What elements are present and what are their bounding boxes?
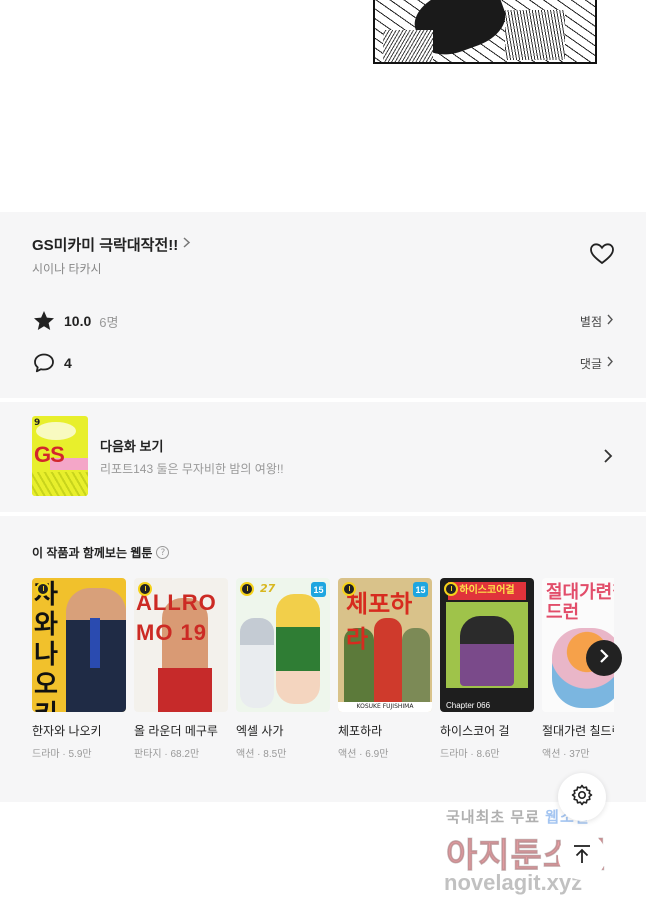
recommendation-title: 올 라운더 메구루 bbox=[134, 724, 218, 738]
help-icon[interactable]: ? bbox=[156, 546, 170, 559]
watermark-line3: novelagit.xyz bbox=[444, 870, 583, 895]
recommendation-thumbnail: 체포하라 KOSUKE FUJISHIMA 15 bbox=[338, 578, 432, 712]
recommendation-meta: 액션 · 37만 bbox=[542, 749, 590, 758]
recommendation-meta: 드라마 · 8.6만 bbox=[440, 749, 500, 758]
star-filled-icon bbox=[32, 309, 56, 333]
recommendation-title: 엑셀 사가 bbox=[236, 724, 284, 738]
wait-free-icon bbox=[138, 582, 152, 596]
wait-free-icon bbox=[444, 582, 458, 596]
rating-row: 10.0 6명 별점 bbox=[32, 308, 614, 334]
recommendation-meta: 판타지 · 68.2만 bbox=[134, 749, 200, 758]
comments-row: 4 댓글 bbox=[32, 350, 614, 376]
work-info-card: GS미카미 극락대작전!! 시이나 타카시 10.0 6명 별점 4 댓글 bbox=[0, 212, 646, 398]
watermark: 국내최초 무료 웹소설 아지툰소설 novelagit.xyz bbox=[420, 802, 640, 914]
recommendations-section: 이 작품과 함께보는 웹툰 ? 자와나오키 한자와 나오키 드라마 · 5.9만… bbox=[0, 516, 646, 802]
rating-link[interactable]: 별점 bbox=[580, 313, 614, 330]
heart-outline-icon[interactable] bbox=[589, 242, 615, 266]
recommendation-title: 절대가련 칠드런 bbox=[542, 724, 614, 738]
work-author: 시이나 타카시 bbox=[32, 262, 102, 276]
recommendation-item[interactable]: ALLRO MO 19 올 라운더 메구루 판타지 · 68.2만 bbox=[134, 578, 228, 758]
comic-panel-image bbox=[373, 0, 597, 64]
recommendation-thumbnail: ALLRO MO 19 bbox=[134, 578, 228, 712]
next-episode-card[interactable]: 9 GS 다음화 보기 리포트143 둘은 무자비한 밤의 여왕!! bbox=[0, 402, 646, 512]
age-rating-badge: 15 bbox=[413, 582, 428, 597]
wait-free-icon bbox=[36, 582, 50, 596]
wait-free-icon bbox=[342, 582, 356, 596]
next-episode-label: 다음화 보기 bbox=[100, 439, 164, 454]
carousel-next-button[interactable] bbox=[586, 640, 622, 676]
rating-count: 6명 bbox=[99, 314, 119, 330]
scroll-to-top-button[interactable] bbox=[558, 832, 606, 880]
comments-link[interactable]: 댓글 bbox=[580, 355, 614, 372]
recommendation-meta: 드라마 · 5.9만 bbox=[32, 749, 92, 758]
recommendations-title: 이 작품과 함께보는 웹툰 bbox=[32, 546, 153, 560]
chevron-right-icon bbox=[606, 356, 614, 370]
next-episode-thumbnail: 9 GS bbox=[32, 416, 88, 496]
gear-icon bbox=[570, 783, 594, 811]
recommendation-thumbnail: 자와나오키 bbox=[32, 578, 126, 712]
recommendation-item[interactable]: 체포하라 KOSUKE FUJISHIMA 15 체포하라 액션 · 6.9만 bbox=[338, 578, 432, 758]
wait-free-icon bbox=[240, 582, 254, 596]
recommendation-title: 하이스코어 걸 bbox=[440, 724, 510, 738]
arrow-up-icon bbox=[571, 843, 593, 869]
recommendations-header: 이 작품과 함께보는 웹툰 ? bbox=[32, 544, 170, 561]
recommendation-item[interactable]: 하이스코어걸 Chapter 066 하이스코어 걸 드라마 · 8.6만 bbox=[440, 578, 534, 758]
recommendation-item[interactable]: 자와나오키 한자와 나오키 드라마 · 5.9만 bbox=[32, 578, 126, 758]
work-title-link[interactable]: GS미카미 극락대작전!! bbox=[32, 234, 191, 255]
recommendation-title: 한자와 나오키 bbox=[32, 724, 102, 738]
recommendation-item[interactable]: 27 15 엑셀 사가 액션 · 8.5만 bbox=[236, 578, 330, 758]
recommendation-thumbnail: 하이스코어걸 Chapter 066 bbox=[440, 578, 534, 712]
age-rating-badge: 15 bbox=[311, 582, 326, 597]
episode-info-panel: GS미카미 극락대작전!! 시이나 타카시 10.0 6명 별점 4 댓글 9 … bbox=[0, 212, 646, 802]
rating-link-label: 별점 bbox=[579, 314, 602, 329]
recommendation-meta: 액션 · 8.5만 bbox=[236, 749, 287, 758]
chevron-right-icon bbox=[603, 448, 613, 468]
chevron-right-icon bbox=[606, 314, 614, 328]
recommendations-carousel: 자와나오키 한자와 나오키 드라마 · 5.9만 ALLRO MO 19 올 라… bbox=[32, 578, 614, 758]
rating-score: 10.0 bbox=[64, 313, 92, 329]
settings-button[interactable] bbox=[558, 773, 606, 821]
chevron-right-icon bbox=[182, 237, 191, 252]
comments-link-label: 댓글 bbox=[579, 356, 602, 371]
comic-viewer bbox=[0, 0, 646, 212]
comment-count: 4 bbox=[64, 355, 72, 371]
recommendation-thumbnail: 27 15 bbox=[236, 578, 330, 712]
chevron-right-icon bbox=[598, 648, 610, 668]
next-episode-title: 리포트143 둘은 무자비한 밤의 여왕!! bbox=[100, 462, 284, 476]
speech-bubble-icon bbox=[32, 351, 56, 375]
recommendation-meta: 액션 · 6.9만 bbox=[338, 749, 389, 758]
recommendation-title: 체포하라 bbox=[338, 724, 383, 738]
work-title: GS미카미 극락대작전!! bbox=[32, 237, 179, 254]
